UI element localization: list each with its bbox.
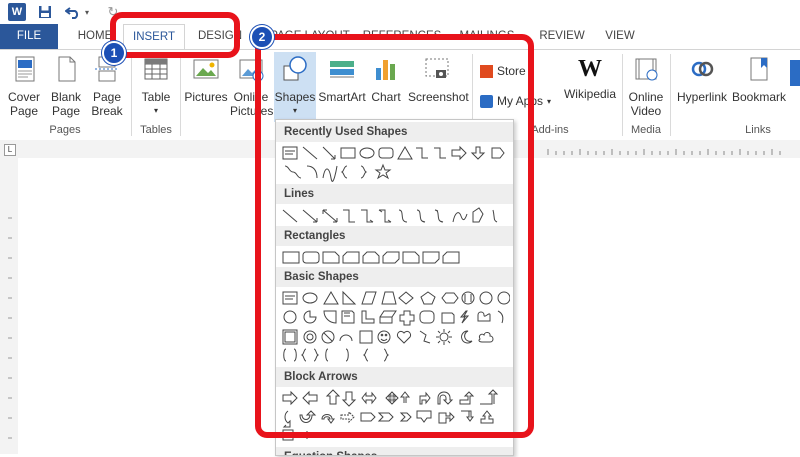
step-2-badge: 2: [250, 25, 274, 49]
table-icon: [144, 58, 168, 80]
equation-shapes-header: Equation Shapes: [276, 447, 513, 455]
table-dropdown-icon: ▾: [153, 106, 158, 115]
pages-group-label: Pages: [49, 124, 81, 136]
group-divider: [670, 54, 671, 136]
cross-reference-icon: [790, 60, 800, 86]
media-group-label: Media: [631, 124, 661, 136]
table-button[interactable]: Table ▾: [136, 54, 176, 118]
step-1-badge: 1: [102, 41, 126, 65]
bookmark-label: Bookmark: [731, 90, 787, 104]
group-divider: [180, 54, 181, 136]
wikipedia-label: Wikipedia: [563, 87, 617, 101]
pictures-icon: [193, 59, 219, 79]
hyperlink-button[interactable]: Hyperlink: [674, 54, 730, 104]
wikipedia-icon: W: [578, 56, 602, 82]
tab-file[interactable]: FILE: [0, 24, 58, 49]
undo-icon[interactable]: [64, 3, 82, 21]
online-video-icon: [635, 58, 658, 81]
word-icon[interactable]: W: [8, 3, 26, 21]
my-apps-dropdown-icon: ▾: [547, 96, 552, 106]
tab-selector-icon[interactable]: L: [4, 144, 16, 156]
blank-page-icon: [58, 56, 76, 82]
group-divider: [131, 54, 132, 136]
undo-dropdown-icon[interactable]: ▾: [82, 3, 92, 21]
tables-group-label: Tables: [140, 124, 172, 136]
cover-page-label: Cover Page: [7, 90, 40, 118]
shapes-menu-highlight: [255, 34, 534, 438]
cover-page-icon: [15, 56, 35, 82]
table-label: Table: [141, 90, 171, 104]
insert-tab-highlight: [110, 12, 240, 58]
hyperlink-icon: [691, 61, 714, 77]
hyperlink-label: Hyperlink: [676, 90, 727, 104]
pictures-label: Pictures: [184, 90, 228, 104]
blank-page-label: Blank Page: [50, 90, 82, 118]
tab-view[interactable]: VIEW: [600, 24, 640, 49]
online-video-button[interactable]: Online Video: [626, 54, 666, 118]
bookmark-button[interactable]: Bookmark: [730, 54, 788, 104]
pictures-button[interactable]: Pictures: [184, 54, 228, 104]
cover-page-button[interactable]: Cover Page: [4, 54, 44, 118]
group-divider: [622, 54, 623, 136]
vertical-ruler-ticks: [8, 217, 12, 439]
tab-review[interactable]: REVIEW: [534, 24, 590, 49]
ruler-ticks: [547, 149, 781, 155]
page-break-label: Page Break: [91, 90, 123, 118]
vertical-ruler[interactable]: [0, 158, 18, 454]
cross-reference-button[interactable]: [790, 60, 800, 86]
blank-page-button[interactable]: Blank Page: [46, 54, 86, 118]
page-break-button[interactable]: Page Break: [88, 54, 126, 118]
save-icon[interactable]: [36, 3, 54, 21]
bookmark-icon: [750, 57, 768, 81]
links-group-label: Links: [745, 124, 771, 136]
wikipedia-button[interactable]: W Wikipedia: [562, 54, 618, 101]
online-video-label: Online Video: [628, 90, 664, 118]
